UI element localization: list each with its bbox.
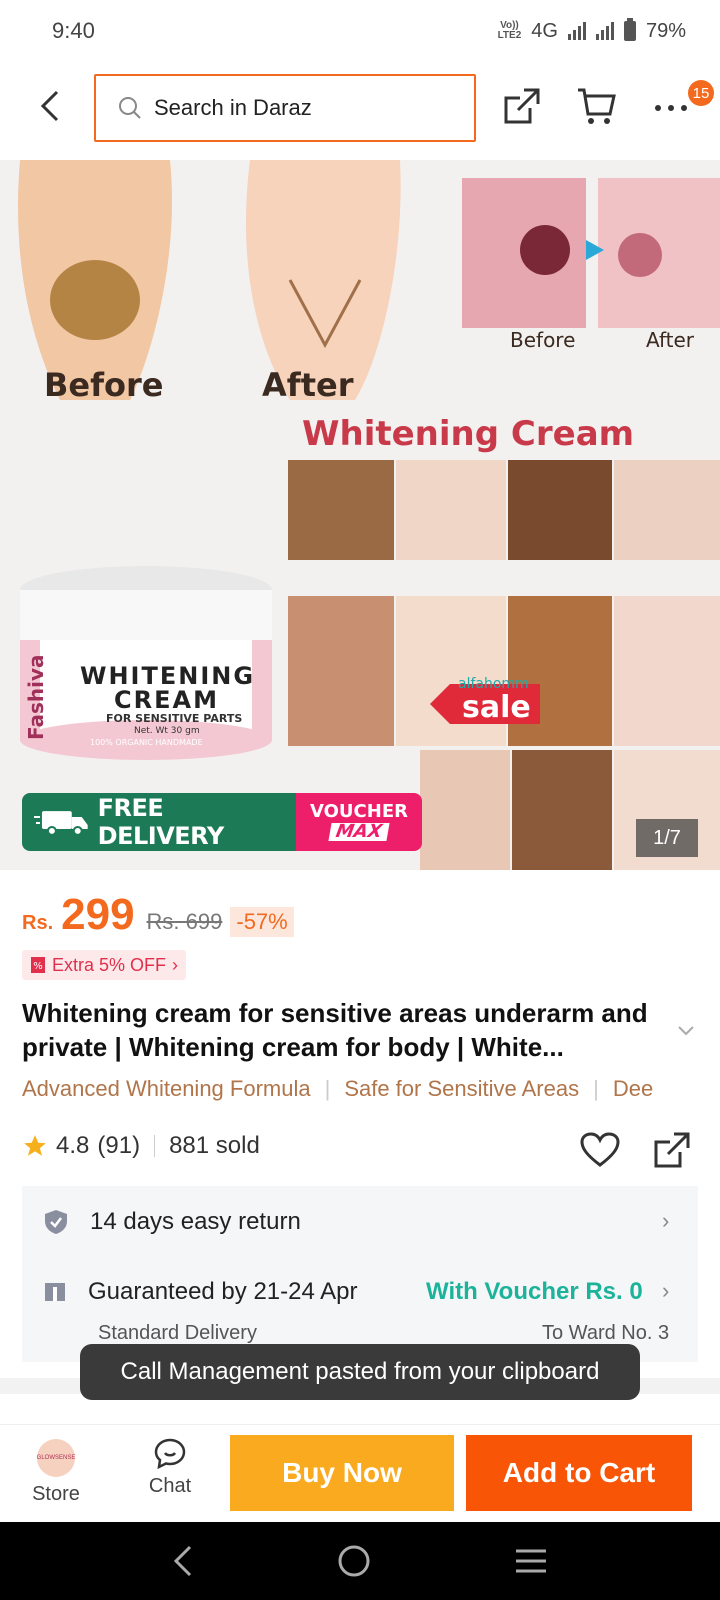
shipping-voucher-text: With Voucher Rs. 0 [426, 1278, 643, 1305]
top-header: Search in Daraz 15 [0, 66, 720, 146]
svg-text:%: % [33, 961, 43, 972]
feature-item: Safe for Sensitive Areas [344, 1076, 580, 1101]
network-type: 4G [531, 19, 558, 42]
image-title: Whitening Cream [302, 414, 635, 454]
chevron-right-icon: › [172, 954, 179, 975]
product-photo [0, 160, 720, 870]
delivery-destination: To Ward No. 3 [542, 1322, 670, 1344]
system-nav-bar [0, 1522, 720, 1600]
product-title[interactable]: Whitening cream for sensitive areas unde… [22, 996, 682, 1064]
jar-line-2: CREAM [114, 686, 219, 714]
return-policy-row[interactable]: 14 days easy return › [22, 1186, 698, 1258]
chat-button[interactable]: Chat [140, 1437, 200, 1498]
cart-icon [578, 88, 616, 124]
share-button[interactable] [502, 86, 544, 128]
search-icon [119, 97, 141, 119]
signal-icon [567, 22, 586, 40]
price-currency: Rs. [22, 912, 54, 934]
heart-icon [580, 1132, 620, 1167]
delivery-type: Standard Delivery [98, 1322, 257, 1344]
free-delivery-section: FREE DELIVERY [22, 793, 296, 851]
extra-off-text: Extra 5% OFF [52, 954, 167, 975]
before-label: Before [44, 366, 164, 404]
discount-badge: -57% [230, 907, 294, 937]
chevron-down-icon[interactable] [678, 1026, 694, 1036]
voucher-text: VOUCHER [310, 801, 408, 822]
status-bar: 9:40 Vo)) LTE2 4G 79% [0, 0, 720, 62]
signal-icon-2 [595, 22, 614, 40]
small-after-label: After [646, 328, 695, 352]
wishlist-button[interactable] [580, 1132, 620, 1170]
review-count: (91) [97, 1132, 141, 1159]
sale-tag: sale [462, 690, 531, 725]
voucher-max-section: VOUCHER MAX [296, 793, 422, 851]
image-counter: 1/7 [636, 819, 698, 857]
jar-line-5: 100% ORGANIC HANDMADE [90, 738, 203, 747]
small-before-label: Before [510, 328, 576, 352]
store-avatar: GLOWSENSE [37, 1439, 75, 1477]
sold-count: 881 sold [169, 1132, 260, 1159]
current-price: 299 [61, 890, 135, 939]
shield-check-icon [45, 1210, 67, 1234]
after-label: After [262, 366, 354, 404]
back-button[interactable] [30, 86, 70, 126]
coupon-icon: % [31, 957, 45, 973]
nav-recents-icon[interactable] [514, 1547, 548, 1575]
feature-item: Dee [612, 1076, 654, 1101]
rating-value: 4.8 [56, 1132, 90, 1159]
rating-row[interactable]: 4.8 (91) 881 sold [22, 1132, 260, 1160]
feature-separator: | [324, 1076, 331, 1101]
free-delivery-banner: FREE DELIVERY VOUCHER MAX [22, 793, 422, 851]
product-image-carousel[interactable]: Before After Before After Whitening Crea… [0, 160, 720, 870]
feature-item: Advanced Whitening Formula [22, 1076, 311, 1101]
search-placeholder: Search in Daraz [154, 95, 312, 120]
rating-separator [154, 1135, 156, 1157]
battery-level: 79% [645, 19, 686, 42]
chevron-right-icon: › [662, 1208, 670, 1233]
more-dots-icon [655, 105, 687, 111]
service-info-box: 14 days easy return › Guaranteed by 21-2… [22, 1186, 698, 1362]
chat-bubble-icon [154, 1438, 186, 1470]
share-icon [654, 1132, 690, 1168]
price-row: Rs. 299 Rs. 699 -57% [22, 890, 294, 940]
jar-line-3: FOR SENSITIVE PARTS [106, 712, 243, 725]
store-button[interactable]: GLOWSENSE Store [28, 1439, 84, 1506]
original-price: Rs. 699 [146, 909, 223, 934]
jar-line-4: Net. Wt 30 gm [134, 726, 200, 736]
chevron-right-icon: › [662, 1278, 670, 1303]
buy-now-button[interactable]: Buy Now [230, 1435, 454, 1511]
share-product-button[interactable] [652, 1130, 694, 1172]
volte-indicator: Vo)) LTE2 [497, 20, 522, 41]
cart-button[interactable] [576, 86, 620, 128]
cart-count-badge: 15 [688, 80, 714, 106]
share-icon [504, 88, 540, 124]
arrow-left-icon [40, 90, 59, 122]
chat-label: Chat [148, 1475, 192, 1497]
jar-brand: Fashiva [24, 654, 48, 740]
feature-highlights: Advanced Whitening Formula | Safe for Se… [22, 1076, 720, 1102]
truck-icon [34, 811, 88, 836]
free-delivery-text: FREE DELIVERY [97, 794, 225, 850]
search-input[interactable]: Search in Daraz [94, 74, 476, 142]
guarantee-text: Guaranteed by 21-24 Apr [88, 1278, 358, 1305]
voucher-max-text: MAX [328, 821, 390, 842]
store-label: Store [32, 1483, 80, 1505]
status-time: 9:40 [52, 18, 95, 43]
nav-back-icon[interactable] [172, 1544, 194, 1578]
battery-icon [623, 18, 636, 41]
feature-separator: | [593, 1076, 599, 1101]
clipboard-toast: Call Management pasted from your clipboa… [80, 1344, 640, 1400]
status-icons: Vo)) LTE2 4G 79% [497, 18, 686, 43]
nav-home-icon[interactable] [337, 1544, 371, 1578]
return-text: 14 days easy return [90, 1208, 301, 1235]
bottom-action-bar: GLOWSENSE Store Chat Buy Now Add to Cart [0, 1424, 720, 1522]
star-icon [24, 1135, 46, 1156]
gift-box-icon [45, 1283, 65, 1301]
add-to-cart-button[interactable]: Add to Cart [466, 1435, 692, 1511]
extra-off-tag[interactable]: % Extra 5% OFF › [22, 950, 187, 980]
